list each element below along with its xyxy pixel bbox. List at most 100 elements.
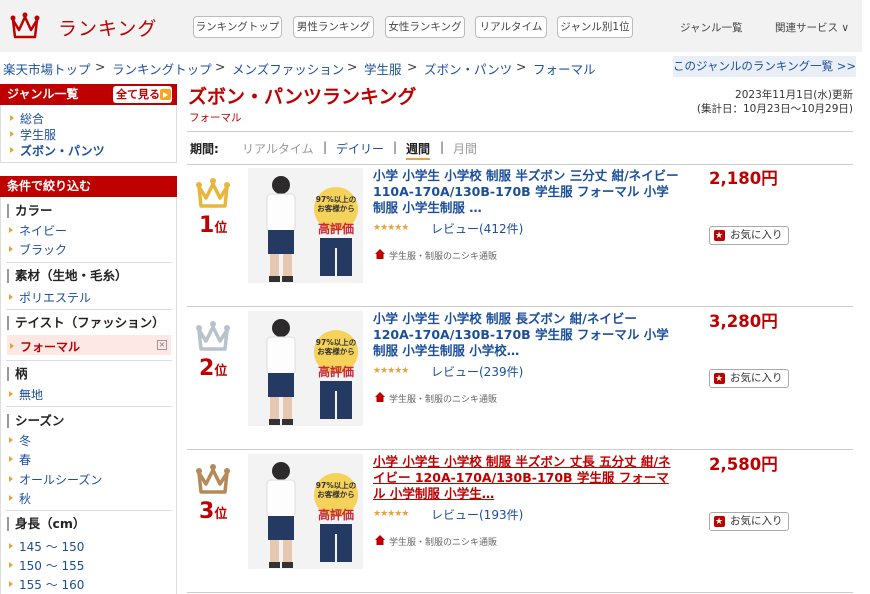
product-model-image [266,462,296,568]
review-badge-text: 97%以上のお客様から [315,481,357,499]
shop-icon [375,249,385,259]
tab-female-ranking[interactable]: 女性ランキング [385,16,465,38]
genre-item-pants[interactable]: ズボン・パンツ [10,142,105,159]
genre-list-header-label: ジャンル一覧 [7,87,79,101]
shop-name[interactable]: 学生服・制服のニシキ通販 [389,249,497,262]
period-label: 期間: [190,142,219,156]
logo-text[interactable]: ランキング [58,14,157,41]
rank-value: 3 [199,499,215,524]
page-subtitle[interactable]: フォーマル [189,110,242,125]
breadcrumb-rakuten-top[interactable]: 楽天市場トップ [3,59,91,78]
product-title[interactable]: 小学 小学生 小学校 制服 半ズボン 三分丈 紺/ネイビー 110A-170A/… [373,168,679,216]
breadcrumb-mens-fashion[interactable]: メンズファッション [232,59,344,78]
filter-winter[interactable]: 冬 [9,432,31,449]
rank-suffix: 位 [214,221,228,236]
crown-logo-icon[interactable] [10,11,40,41]
filter-divider [6,309,172,310]
breadcrumb-separator: > [95,59,106,74]
period-daily[interactable]: デイリー [336,140,384,157]
review-badge-main: 高評価 [318,222,355,236]
tab-male-ranking[interactable]: 男性ランキング [293,16,374,38]
rank-value: 1 [199,213,215,238]
genre-item-school-uniform[interactable]: 学生服 [10,126,56,143]
rating-stars: ★★★★★ [373,366,409,376]
product-image[interactable]: 97%以上のお客様から 高評価 [248,454,363,569]
favorite-button[interactable]: お気に入り [709,369,789,388]
review-count[interactable]: レビュー(412件) [431,220,523,237]
rank-number: 2位 [199,356,227,381]
related-services-menu[interactable]: 関連サービス ∨ [775,20,849,35]
tab-realtime[interactable]: リアルタイム [475,16,547,38]
filter-section-material: 素材（生地・毛糸） [7,269,128,283]
filter-black[interactable]: ブラック [9,241,67,258]
period-separator: | [440,140,445,154]
review-badge-main: 高評価 [318,365,355,379]
filter-formal-selected[interactable]: フォーマル × [7,335,171,355]
filter-spring[interactable]: 春 [9,451,31,468]
tab-ranking-top[interactable]: ランキングトップ [193,16,282,38]
filter-divider [6,360,172,361]
favorite-button[interactable]: お気に入り [709,512,789,531]
genre-ranking-list-link[interactable]: このジャンルのランキング一覧 >> [673,56,856,77]
product-image[interactable]: 97%以上のお客様から 高評価 [248,311,363,426]
crown-icon [196,178,230,208]
review-badge-text: 97%以上のお客様から [315,338,357,356]
filter-plain[interactable]: 無地 [9,386,43,403]
filter-polyester[interactable]: ポリエステル [9,289,91,306]
filter-divider [6,510,172,511]
genre-item-all[interactable]: 総合 [10,110,44,127]
clear-filter-icon[interactable]: × [157,340,167,350]
filter-height-145-150[interactable]: 145 ～ 150 [9,538,84,555]
item-divider [187,449,853,450]
breadcrumb-formal[interactable]: フォーマル [533,59,596,78]
ranking-item: 3位 97%以上のお客様から 高評価 小学 小学生 小学校 制服 半ズボン 丈長… [187,451,853,593]
period-weekly[interactable]: 週間 [406,140,431,160]
breadcrumb-separator: > [407,59,418,74]
review-count[interactable]: レビュー(239件) [431,363,523,380]
favorite-button[interactable]: お気に入り [709,226,789,245]
breadcrumb-pants[interactable]: ズボン・パンツ [424,59,512,78]
filter-section-taste: テイスト（ファッション） [7,316,165,330]
filter-all-season[interactable]: オールシーズン [9,471,102,488]
shop-name[interactable]: 学生服・制服のニシキ通販 [389,392,497,405]
product-pants-image [320,381,352,419]
review-badge-main: 高評価 [318,508,355,522]
filter-height-155-160[interactable]: 155 ～ 160 [9,576,84,593]
filter-formal[interactable]: フォーマル [10,338,80,355]
product-title[interactable]: 小学 小学生 小学校 制服 半ズボン 丈長 五分丈 紺/ネイビー 120A-17… [373,454,679,502]
ranking-item: 2位 97%以上のお客様から 高評価 小学 小学生 小学校 制服 長ズボン 紺/… [187,308,853,450]
breadcrumb-school-uniform[interactable]: 学生服 [364,59,402,78]
rank-number: 1位 [199,213,227,238]
filter-header: 条件で絞り込む [0,176,177,197]
filter-navy[interactable]: ネイビー [9,222,67,239]
filter-height-150-155[interactable]: 150 ～ 155 [9,557,84,574]
favorite-label: お気に入り [730,372,783,384]
review-badge-text: 97%以上のお客様から [315,195,357,213]
top-header: ランキング ランキングトップ 男性ランキング 女性ランキング リアルタイム ジャ… [0,0,862,52]
aggregation-period: (集計日：10月23日～10月29日) [696,103,853,115]
product-pants-image [320,238,352,276]
see-all-label: 全て見る [116,88,160,101]
product-model-image [266,319,296,425]
product-model-image [266,176,296,282]
filter-autumn[interactable]: 秋 [9,490,31,507]
updated-date: 2023年11月1日(水)更新 [735,89,853,101]
breadcrumb-separator: > [347,59,358,74]
filter-header-label: 条件で絞り込む [7,179,92,193]
genre-list-link[interactable]: ジャンル一覧 [680,20,742,35]
product-image[interactable]: 97%以上のお客様から 高評価 [248,168,363,283]
star-icon [714,514,725,531]
review-count[interactable]: レビュー(193件) [431,506,523,523]
breadcrumb-ranking-top[interactable]: ランキングトップ [112,59,212,78]
tab-genre-first[interactable]: ジャンル別1位 [557,16,633,38]
breadcrumb-separator: > [215,59,226,74]
see-all-button[interactable]: 全て見る [113,86,172,103]
filter-section-color: カラー [7,204,53,218]
shop-name[interactable]: 学生服・制服のニシキ通販 [389,535,497,548]
rank-value: 2 [199,356,215,381]
breadcrumb-separator: > [516,59,527,74]
favorite-label: お気に入り [730,515,783,527]
divider [187,131,853,132]
arrow-right-icon [160,89,171,100]
product-title[interactable]: 小学 小学生 小学校 制服 長ズボン 紺/ネイビー 120A-170A/130B… [373,311,679,359]
